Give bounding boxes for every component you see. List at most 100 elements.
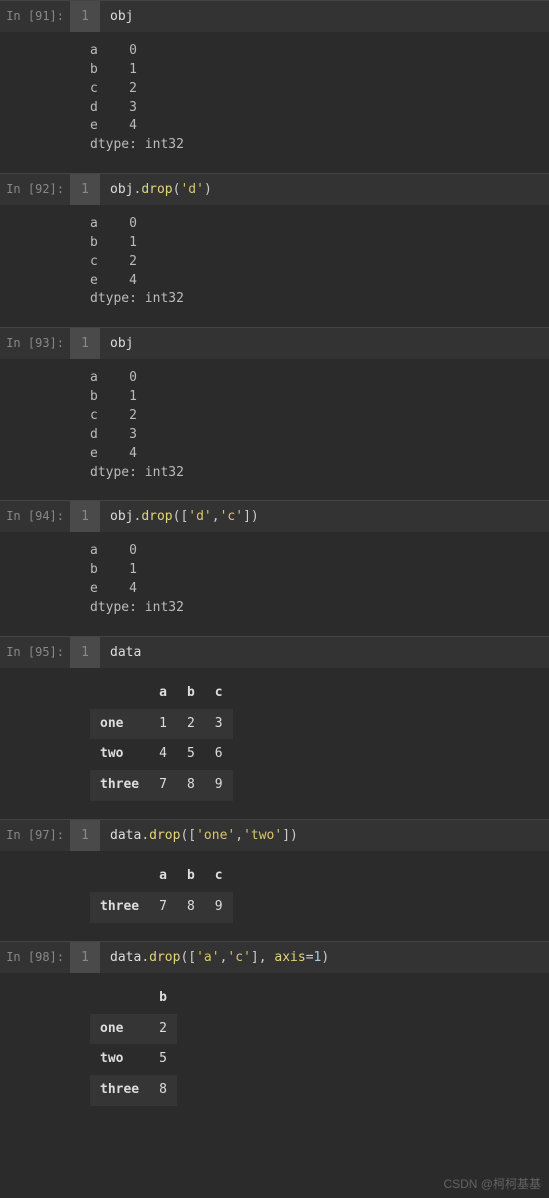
- code-token: obj: [110, 9, 133, 24]
- code-input[interactable]: data: [100, 637, 549, 668]
- series-value: 0: [129, 543, 137, 558]
- notebook-cell: In [92]:1obj.drop('d')a 0b 1c 2e 4dtype:…: [0, 173, 549, 323]
- code-token: ]): [282, 828, 298, 843]
- series-output: a 0b 1e 4dtype: int32: [90, 542, 539, 617]
- table-row: one2: [90, 1014, 177, 1045]
- input-row: In [95]:1 data: [0, 636, 549, 668]
- code-input[interactable]: obj: [100, 1, 549, 32]
- line-number: 1: [70, 174, 100, 205]
- code-token: obj: [110, 509, 133, 524]
- code-token: 'a': [196, 950, 219, 965]
- table-cell: 6: [205, 739, 233, 770]
- series-value: 4: [129, 581, 137, 596]
- table-cell: 2: [149, 1014, 177, 1045]
- dataframe-output: abcthree789: [90, 861, 233, 923]
- row-index: three: [90, 892, 149, 923]
- cell-output: a 0b 1c 2d 3e 4dtype: int32: [0, 359, 549, 496]
- code-token: ([: [180, 950, 196, 965]
- notebook-cell: In [98]:1data.drop(['a','c'], axis=1) bon…: [0, 941, 549, 1120]
- series-value: 3: [129, 100, 137, 115]
- line-number: 1: [70, 501, 100, 532]
- code-input[interactable]: obj.drop('d'): [100, 174, 549, 205]
- table-row: two456: [90, 739, 233, 770]
- series-index: a: [90, 370, 98, 385]
- series-value: 1: [129, 562, 137, 577]
- series-dtype: dtype: int32: [90, 464, 539, 483]
- input-row: In [94]:1obj.drop(['d','c']): [0, 500, 549, 532]
- line-number: 1: [70, 820, 100, 851]
- table-cell: 7: [149, 892, 177, 923]
- code-token: 'c': [220, 509, 243, 524]
- series-index: c: [90, 408, 98, 423]
- cell-output: a 0b 1e 4dtype: int32: [0, 532, 549, 631]
- code-token: data: [110, 828, 141, 843]
- table-row: one123: [90, 709, 233, 740]
- column-header: c: [205, 678, 233, 709]
- notebook-cell: In [94]:1obj.drop(['d','c'])a 0b 1e 4dty…: [0, 500, 549, 631]
- row-index: three: [90, 1075, 149, 1106]
- series-value: 1: [129, 235, 137, 250]
- code-token: drop: [141, 182, 172, 197]
- code-token: drop: [149, 950, 180, 965]
- code-input[interactable]: obj.drop(['d','c']): [100, 501, 549, 532]
- cell-output: bone2two5three8: [0, 973, 549, 1120]
- code-token: drop: [149, 828, 180, 843]
- input-row: In [98]:1data.drop(['a','c'], axis=1): [0, 941, 549, 973]
- column-header: b: [149, 983, 177, 1014]
- table-row: three789: [90, 770, 233, 801]
- series-output: a 0b 1c 2e 4dtype: int32: [90, 215, 539, 309]
- table-cell: 9: [205, 892, 233, 923]
- row-index: two: [90, 739, 149, 770]
- watermark: CSDN @柯柯基基: [443, 1175, 541, 1192]
- series-index: c: [90, 254, 98, 269]
- series-index: c: [90, 81, 98, 96]
- code-token: ,: [235, 828, 243, 843]
- row-index: one: [90, 709, 149, 740]
- table-corner: [90, 861, 149, 892]
- table-corner: [90, 983, 149, 1014]
- code-token: .: [141, 950, 149, 965]
- series-value: 0: [129, 216, 137, 231]
- notebook-cell: In [97]:1data.drop(['one','two'])abcthre…: [0, 819, 549, 937]
- code-input[interactable]: data.drop(['a','c'], axis=1): [100, 942, 549, 973]
- dataframe-output: abcone123two456three789: [90, 678, 233, 801]
- cell-output: abcone123two456three789: [0, 668, 549, 815]
- series-value: 4: [129, 118, 137, 133]
- code-token: 'c': [227, 950, 250, 965]
- series-value: 0: [129, 43, 137, 58]
- cell-output: a 0b 1c 2e 4dtype: int32: [0, 205, 549, 323]
- code-token: ): [204, 182, 212, 197]
- code-token: data: [110, 645, 141, 660]
- column-header: a: [149, 678, 177, 709]
- line-number: 1: [70, 637, 100, 668]
- code-input[interactable]: data.drop(['one','two']): [100, 820, 549, 851]
- series-index: b: [90, 62, 98, 77]
- table-corner: [90, 678, 149, 709]
- series-value: 1: [129, 62, 137, 77]
- series-dtype: dtype: int32: [90, 599, 539, 618]
- series-value: 4: [129, 273, 137, 288]
- code-token: data: [110, 950, 141, 965]
- table-cell: 4: [149, 739, 177, 770]
- cell-prompt: In [91]:: [0, 1, 70, 23]
- table-row: three8: [90, 1075, 177, 1106]
- input-row: In [93]:1obj: [0, 327, 549, 359]
- series-value: 3: [129, 427, 137, 442]
- code-token: ([: [173, 509, 189, 524]
- series-value: 4: [129, 446, 137, 461]
- notebook-cell: In [95]:1dataabcone123two456three789: [0, 636, 549, 815]
- series-index: d: [90, 427, 98, 442]
- cell-prompt: In [98]:: [0, 942, 70, 964]
- code-input[interactable]: obj: [100, 328, 549, 359]
- notebook-cell: In [93]:1obja 0b 1c 2d 3e 4dtype: int32: [0, 327, 549, 496]
- cell-prompt: In [95]:: [0, 637, 70, 659]
- table-cell: 8: [177, 770, 205, 801]
- table-cell: 8: [177, 892, 205, 923]
- row-index: three: [90, 770, 149, 801]
- cell-output: abcthree789: [0, 851, 549, 937]
- series-value: 1: [129, 389, 137, 404]
- code-token: obj: [110, 336, 133, 351]
- column-header: a: [149, 861, 177, 892]
- dataframe-output: bone2two5three8: [90, 983, 177, 1106]
- notebook-cell: In [91]:1obja 0b 1c 2d 3e 4dtype: int32: [0, 0, 549, 169]
